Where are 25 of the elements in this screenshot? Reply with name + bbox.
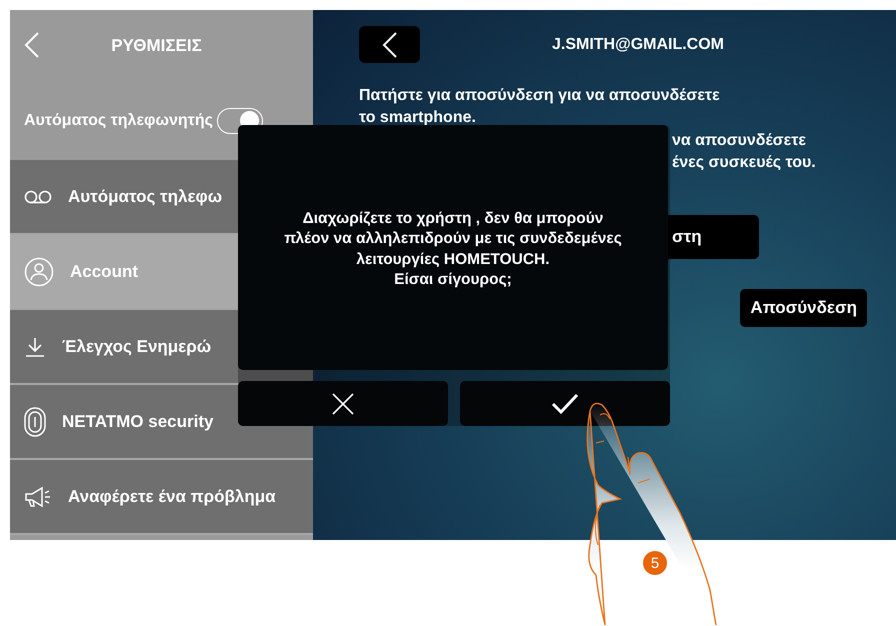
item-label: Αναφέρετε ένα πρόβλημα	[68, 486, 276, 506]
sidebar-item[interactable]: Αναφέρετε ένα πρόβλημα	[10, 460, 313, 535]
instruction-text: Πατήστε για αποσύνδεση για να αποσυνδέσετε το smartphone.	[359, 86, 721, 128]
user-icon	[24, 256, 54, 286]
close-icon	[331, 392, 355, 416]
download-icon	[24, 336, 46, 358]
megaphone-icon	[24, 486, 52, 508]
back-icon	[24, 30, 40, 58]
account-email-title: J.SMITH@GMAIL.COM	[550, 36, 726, 54]
item-label: Αυτόματος τηλεφω	[68, 186, 222, 206]
fingerprint-icon	[24, 406, 46, 436]
disconnect-button[interactable]: Αποσύνδεση	[740, 289, 867, 328]
checkmark-icon	[551, 392, 579, 414]
disconnect-user-button[interactable]: στη	[668, 215, 759, 260]
back-button[interactable]	[359, 26, 420, 63]
voicemail-icon	[24, 190, 52, 204]
instruction-text: να αποσυνδέσετε ένες συσκευές του.	[672, 131, 817, 173]
confirm-button[interactable]	[460, 381, 670, 426]
step-badge: 5	[643, 551, 667, 575]
item-label: Account	[70, 262, 138, 282]
sidebar-title: ΡΥΘΜΙΣΕΙΣ	[110, 36, 203, 56]
toggle-label: Αυτόματος τηλεφωνητής	[24, 112, 213, 130]
item-label: NETATMO security	[62, 412, 214, 432]
item-label: Έλεγχος Ενημερώ	[62, 336, 212, 356]
back-icon	[382, 30, 398, 58]
